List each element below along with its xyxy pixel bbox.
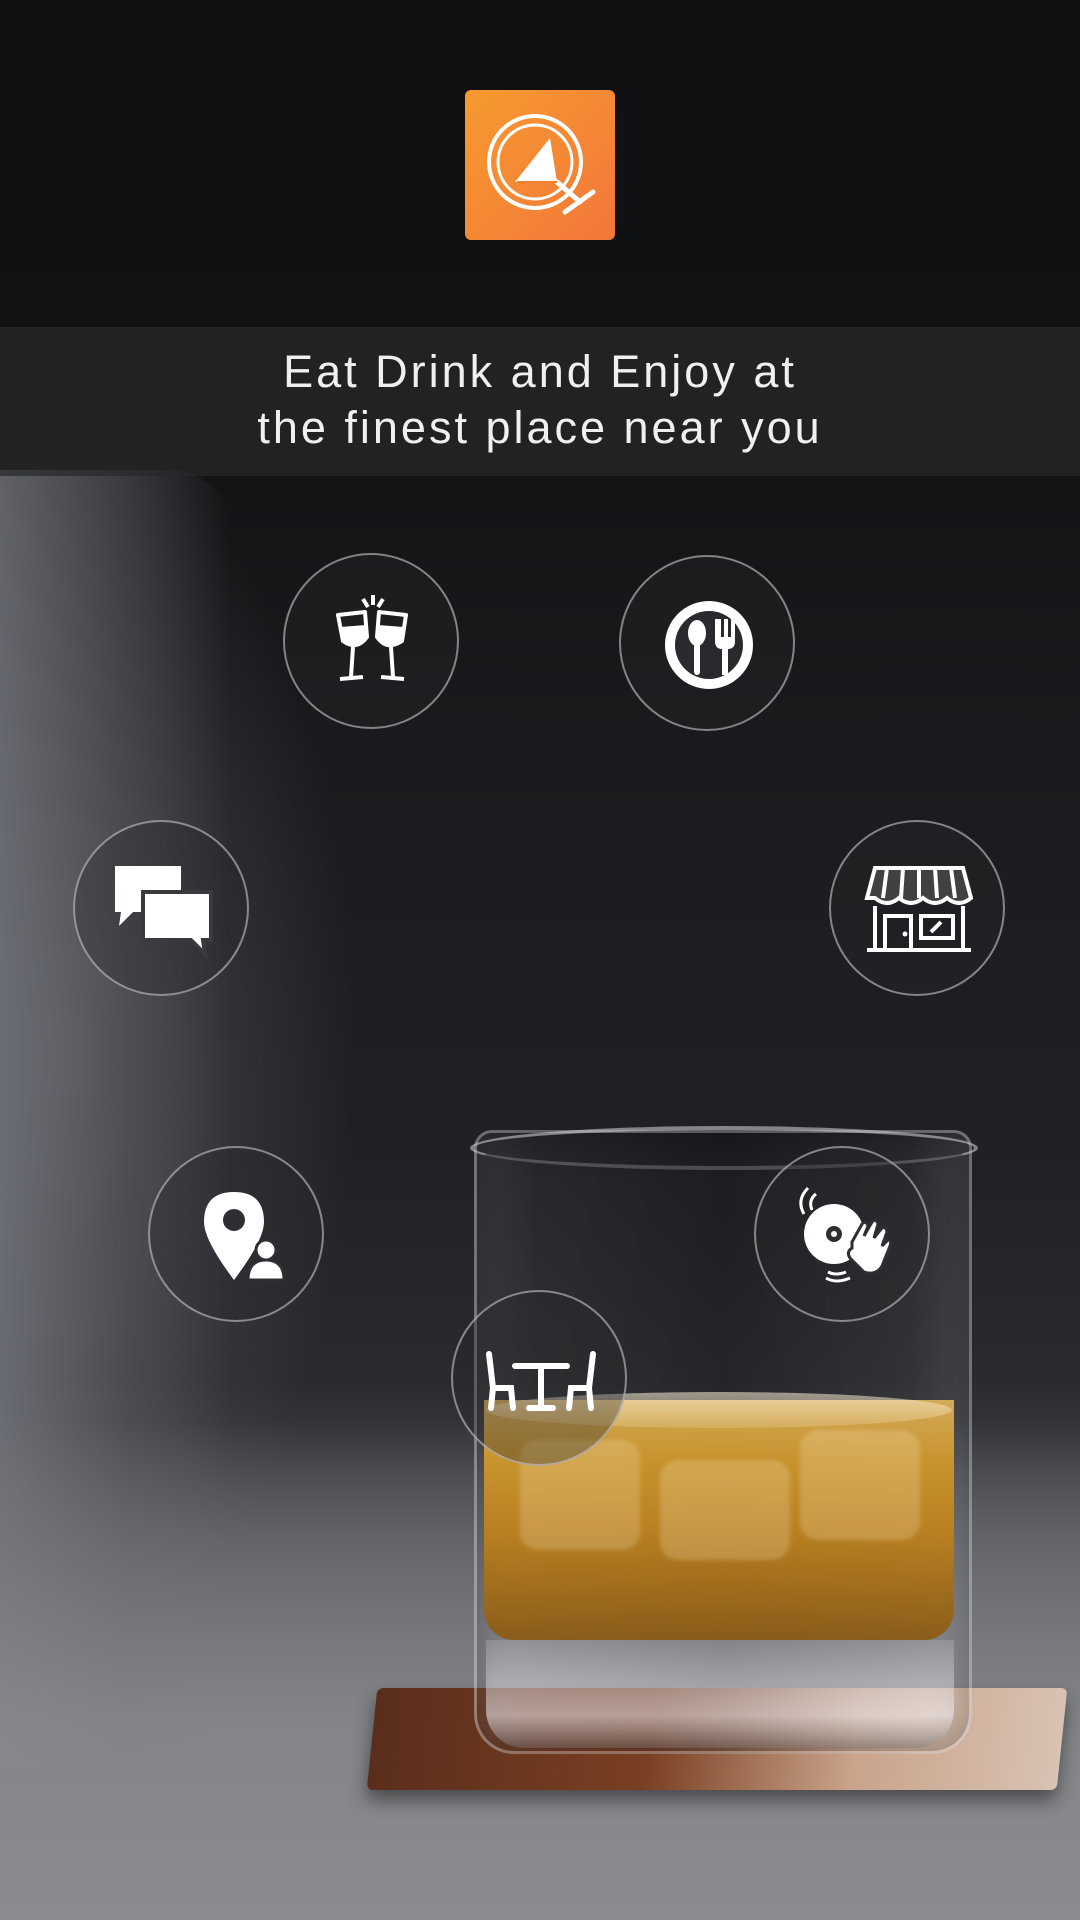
ice-cube <box>660 1460 790 1560</box>
tagline-line-2: the finest place near you <box>257 402 823 453</box>
glass-clock-logo-icon <box>487 114 596 215</box>
feature-table-button[interactable] <box>451 1290 627 1466</box>
feature-location-button[interactable] <box>148 1146 324 1322</box>
app-logo <box>465 90 615 240</box>
glass-base <box>486 1640 954 1748</box>
feature-drinks-button[interactable] <box>283 553 459 729</box>
wine-glasses-toast-icon <box>336 595 408 681</box>
storefront-icon <box>864 866 974 952</box>
chat-bubbles-icon <box>115 866 213 960</box>
feature-music-button[interactable] <box>754 1146 930 1322</box>
dj-turntable-icon <box>799 1186 893 1283</box>
feature-chat-button[interactable] <box>73 820 249 996</box>
ice-cube <box>800 1430 920 1540</box>
tagline-line-1: Eat Drink and Enjoy at <box>283 346 797 397</box>
location-person-icon <box>204 1192 286 1282</box>
plate-spoon-fork-icon <box>665 601 753 689</box>
feature-store-button[interactable] <box>829 820 1005 996</box>
table-chairs-icon <box>486 1351 596 1411</box>
feature-food-button[interactable] <box>619 555 795 731</box>
